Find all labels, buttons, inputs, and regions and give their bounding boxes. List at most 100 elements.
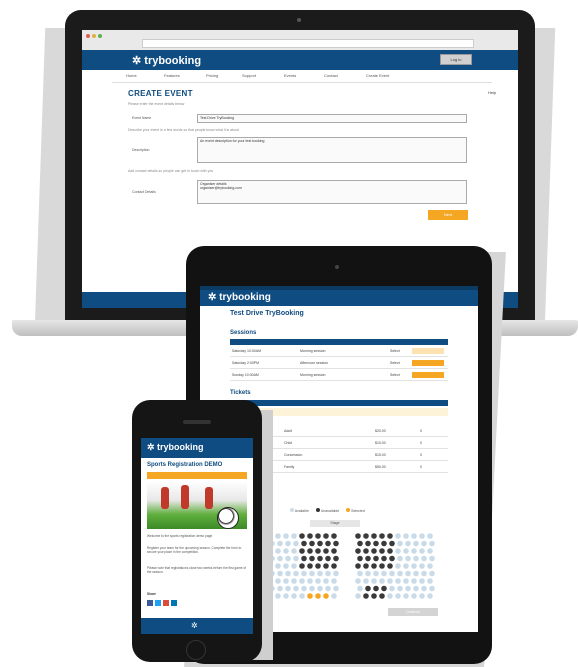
seat[interactable]: [315, 563, 321, 569]
seat[interactable]: [411, 548, 417, 554]
seat[interactable]: [291, 533, 297, 539]
seat[interactable]: [293, 555, 299, 562]
seat[interactable]: [307, 593, 313, 599]
seat[interactable]: [325, 555, 331, 562]
seat[interactable]: [411, 563, 417, 569]
seat[interactable]: [379, 563, 385, 569]
login-button[interactable]: Log in: [440, 54, 472, 65]
seat[interactable]: [421, 585, 427, 592]
seat[interactable]: [357, 540, 363, 547]
seat[interactable]: [373, 570, 379, 577]
seat[interactable]: [365, 540, 371, 547]
seat[interactable]: [277, 585, 283, 592]
seat[interactable]: [427, 578, 433, 584]
seat[interactable]: [429, 570, 435, 577]
ticket-qty[interactable]: 0: [420, 465, 422, 469]
seat[interactable]: [355, 578, 361, 584]
nav-item-home[interactable]: Home: [126, 73, 137, 78]
seat[interactable]: [363, 548, 369, 554]
seat[interactable]: [381, 555, 387, 562]
seat[interactable]: [397, 570, 403, 577]
seat[interactable]: [395, 563, 401, 569]
seat[interactable]: [365, 555, 371, 562]
phone-book-button[interactable]: [147, 472, 247, 479]
seat[interactable]: [379, 593, 385, 599]
seat[interactable]: [275, 533, 281, 539]
seat[interactable]: [397, 585, 403, 592]
seat[interactable]: [405, 540, 411, 547]
seat[interactable]: [331, 548, 337, 554]
maximize-dot-icon[interactable]: [98, 34, 102, 38]
seat[interactable]: [357, 585, 363, 592]
ticket-qty[interactable]: 0: [420, 429, 422, 433]
seat[interactable]: [283, 593, 289, 599]
seat[interactable]: [331, 563, 337, 569]
seat[interactable]: [411, 593, 417, 599]
seat[interactable]: [413, 540, 419, 547]
twitter-icon[interactable]: [155, 600, 161, 606]
seat[interactable]: [291, 563, 297, 569]
seat[interactable]: [301, 570, 307, 577]
seat[interactable]: [419, 563, 425, 569]
seat[interactable]: [379, 578, 385, 584]
seat[interactable]: [355, 548, 361, 554]
seat[interactable]: [315, 533, 321, 539]
seat[interactable]: [419, 548, 425, 554]
seat[interactable]: [285, 555, 291, 562]
close-dot-icon[interactable]: [86, 34, 90, 38]
seat[interactable]: [419, 578, 425, 584]
seat[interactable]: [429, 555, 435, 562]
seat[interactable]: [371, 593, 377, 599]
seat[interactable]: [315, 548, 321, 554]
seating-map[interactable]: [256, 532, 442, 604]
seat[interactable]: [381, 540, 387, 547]
seat[interactable]: [429, 585, 435, 592]
seat[interactable]: [307, 578, 313, 584]
seat[interactable]: [363, 593, 369, 599]
ticket-qty[interactable]: 0: [420, 453, 422, 457]
seat[interactable]: [283, 548, 289, 554]
seat[interactable]: [275, 593, 281, 599]
seat[interactable]: [325, 570, 331, 577]
seat[interactable]: [387, 578, 393, 584]
description-textarea[interactable]: An event description for your test booki…: [197, 137, 467, 163]
seat[interactable]: [301, 555, 307, 562]
seat[interactable]: [427, 533, 433, 539]
seat[interactable]: [299, 548, 305, 554]
help-link[interactable]: Help: [488, 90, 496, 95]
seat[interactable]: [315, 593, 321, 599]
seat[interactable]: [299, 578, 305, 584]
seat[interactable]: [323, 533, 329, 539]
seat[interactable]: [387, 563, 393, 569]
seat[interactable]: [283, 563, 289, 569]
seat[interactable]: [363, 578, 369, 584]
seat[interactable]: [371, 578, 377, 584]
google-plus-icon[interactable]: [163, 600, 169, 606]
session-select-button[interactable]: [412, 360, 444, 366]
seat[interactable]: [389, 540, 395, 547]
seat[interactable]: [379, 548, 385, 554]
seat[interactable]: [371, 548, 377, 554]
phone-home-button[interactable]: [186, 640, 206, 660]
brand-logo[interactable]: ✲ trybooking: [132, 54, 201, 67]
seat[interactable]: [389, 585, 395, 592]
nav-item-support[interactable]: Support: [242, 73, 256, 78]
seat[interactable]: [403, 578, 409, 584]
seat[interactable]: [285, 585, 291, 592]
seat[interactable]: [373, 555, 379, 562]
seat[interactable]: [395, 548, 401, 554]
seat[interactable]: [331, 593, 337, 599]
seat[interactable]: [381, 585, 387, 592]
seat[interactable]: [429, 540, 435, 547]
seat[interactable]: [323, 563, 329, 569]
seat[interactable]: [395, 593, 401, 599]
seat[interactable]: [299, 533, 305, 539]
seat[interactable]: [419, 593, 425, 599]
seat[interactable]: [403, 548, 409, 554]
seat[interactable]: [357, 555, 363, 562]
seat[interactable]: [419, 533, 425, 539]
session-row[interactable]: Sunday 10:00AM Morning session Select: [230, 370, 448, 381]
contact-details-textarea[interactable]: Organiser details organiser@trybooking.c…: [197, 180, 467, 204]
seat[interactable]: [309, 585, 315, 592]
seat[interactable]: [307, 533, 313, 539]
